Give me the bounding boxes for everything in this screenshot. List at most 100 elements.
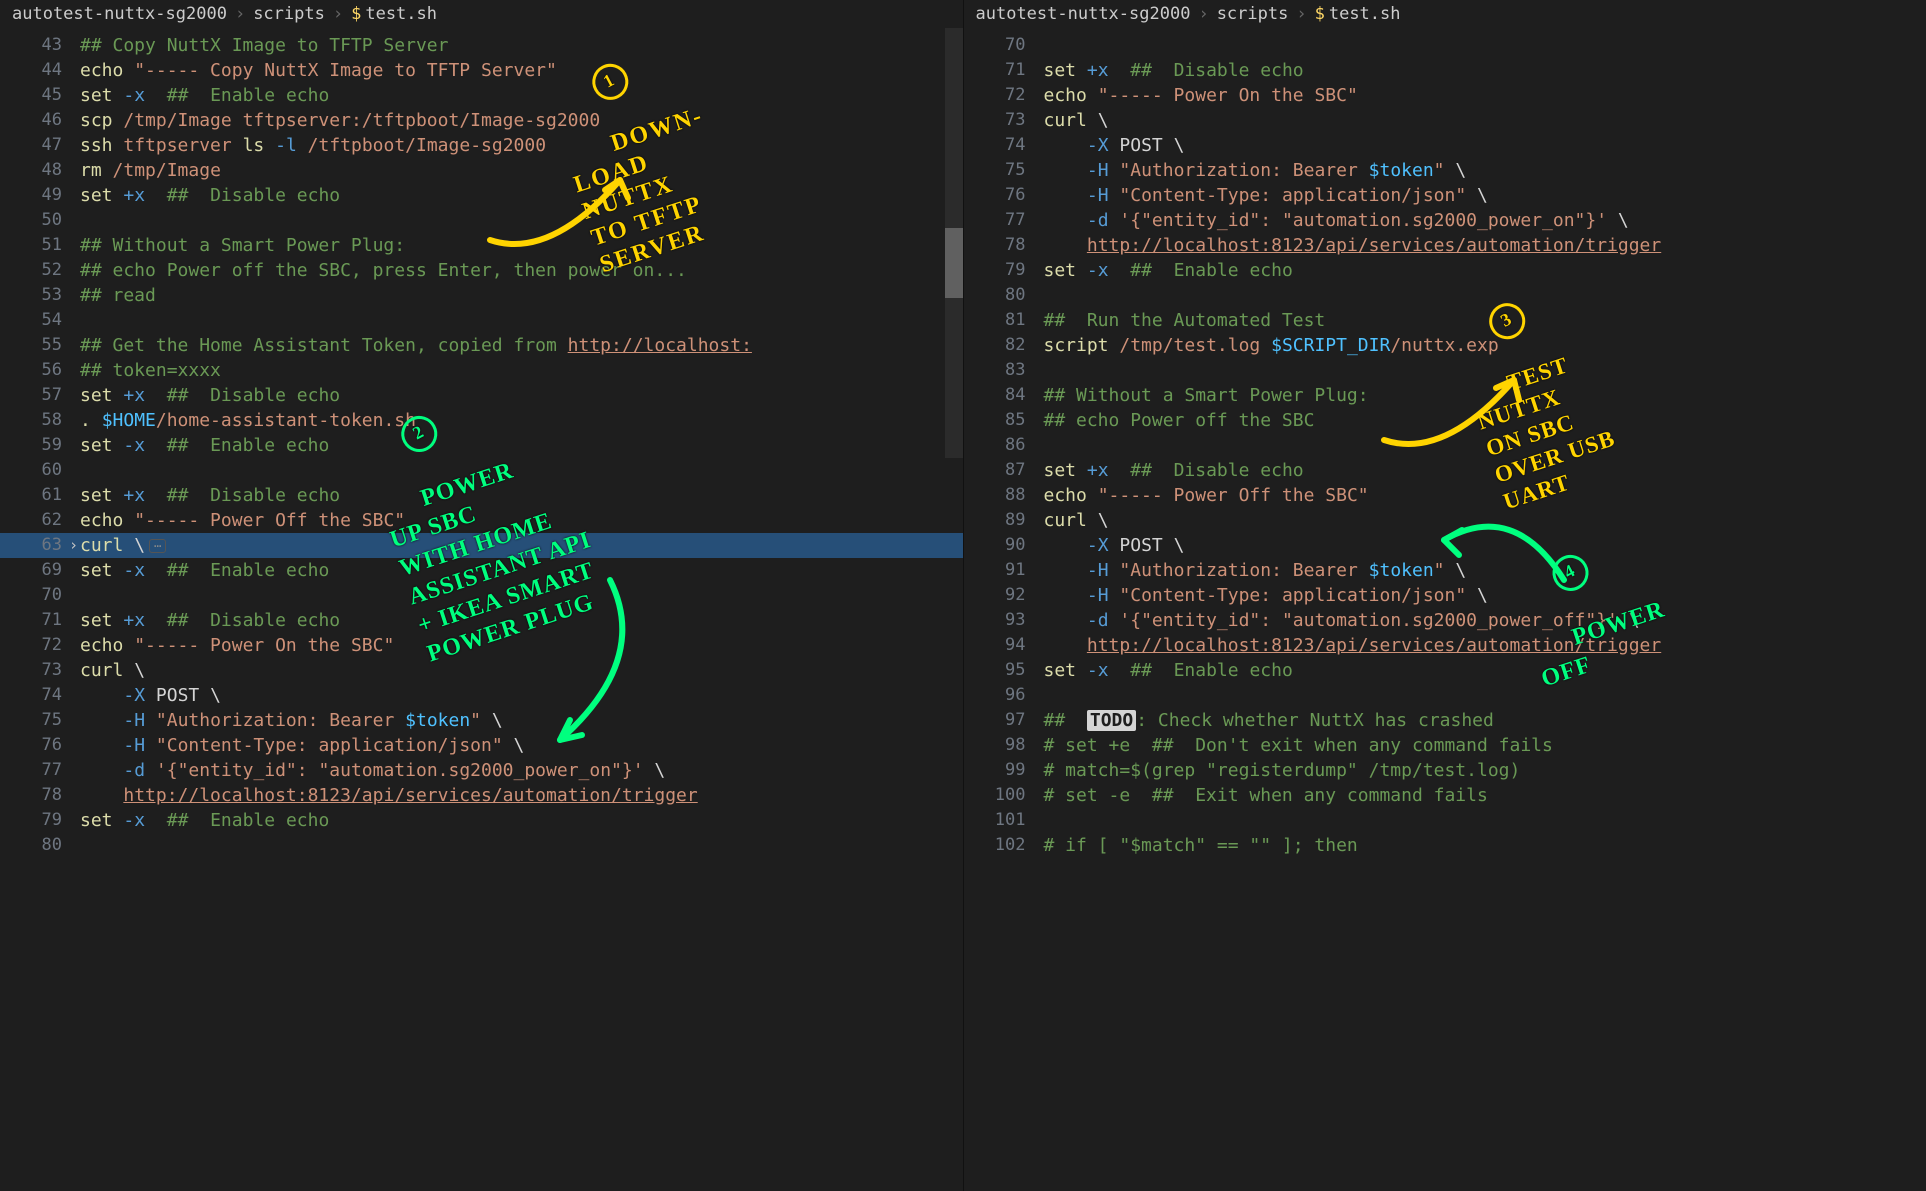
code-area-left[interactable]: 43## Copy NuttX Image to TFTP Server44ec… bbox=[0, 31, 963, 858]
code-content[interactable]: -X POST \ bbox=[80, 683, 963, 708]
code-line[interactable]: 63›curl \⋯ bbox=[0, 533, 963, 558]
code-area-right[interactable]: 7071set +x ## Disable echo72echo "----- … bbox=[964, 31, 1926, 858]
code-content[interactable]: echo "----- Power On the SBC" bbox=[80, 633, 963, 658]
crumb-folder[interactable]: scripts bbox=[1217, 2, 1289, 27]
code-content[interactable]: # set +e ## Don't exit when any command … bbox=[1044, 733, 1926, 758]
crumb-folder[interactable]: scripts bbox=[253, 2, 325, 27]
code-content[interactable]: scp /tmp/Image tftpserver:/tftpboot/Imag… bbox=[80, 108, 963, 133]
code-content[interactable]: ## echo Power off the SBC bbox=[1044, 408, 1926, 433]
code-line[interactable]: 49set +x ## Disable echo bbox=[0, 183, 963, 208]
code-line[interactable]: 76 -H "Content-Type: application/json" \ bbox=[0, 733, 963, 758]
code-content[interactable]: echo "----- Copy NuttX Image to TFTP Ser… bbox=[80, 58, 963, 83]
code-line[interactable]: 71set +x ## Disable echo bbox=[0, 608, 963, 633]
code-content[interactable]: ## echo Power off the SBC, press Enter, … bbox=[80, 258, 963, 283]
code-content[interactable]: ssh tftpserver ls -l /tftpboot/Image-sg2… bbox=[80, 133, 963, 158]
code-line[interactable]: 85## echo Power off the SBC bbox=[964, 408, 1926, 433]
code-content[interactable]: rm /tmp/Image bbox=[80, 158, 963, 183]
code-line[interactable]: 58. $HOME/home-assistant-token.sh bbox=[0, 408, 963, 433]
code-line[interactable]: 47ssh tftpserver ls -l /tftpboot/Image-s… bbox=[0, 133, 963, 158]
code-content[interactable]: -H "Authorization: Bearer $token" \ bbox=[1044, 558, 1926, 583]
code-line[interactable]: 56## token=xxxx bbox=[0, 358, 963, 383]
code-content[interactable]: set -x ## Enable echo bbox=[80, 83, 963, 108]
code-line[interactable]: 62echo "----- Power Off the SBC" bbox=[0, 508, 963, 533]
code-line[interactable]: 80 bbox=[0, 833, 963, 858]
code-line[interactable]: 100# set -e ## Exit when any command fai… bbox=[964, 783, 1926, 808]
code-line[interactable]: 78 http://localhost:8123/api/services/au… bbox=[0, 783, 963, 808]
code-content[interactable]: set -x ## Enable echo bbox=[80, 433, 963, 458]
code-line[interactable]: 48rm /tmp/Image bbox=[0, 158, 963, 183]
code-content[interactable]: echo "----- Power Off the SBC" bbox=[80, 508, 963, 533]
code-content[interactable]: curl \ bbox=[1044, 108, 1926, 133]
code-line[interactable]: 45set -x ## Enable echo bbox=[0, 83, 963, 108]
code-content[interactable]: set +x ## Disable echo bbox=[80, 383, 963, 408]
code-line[interactable]: 57set +x ## Disable echo bbox=[0, 383, 963, 408]
code-line[interactable]: 86 bbox=[964, 433, 1926, 458]
crumb-folder[interactable]: autotest-nuttx-sg2000 bbox=[12, 2, 227, 27]
code-content[interactable]: ## token=xxxx bbox=[80, 358, 963, 383]
code-line[interactable]: 70 bbox=[0, 583, 963, 608]
code-line[interactable]: 102# if [ "$match" == "" ]; then bbox=[964, 833, 1926, 858]
code-content[interactable]: set +x ## Disable echo bbox=[80, 483, 963, 508]
code-line[interactable]: 46scp /tmp/Image tftpserver:/tftpboot/Im… bbox=[0, 108, 963, 133]
code-line[interactable]: 73curl \ bbox=[0, 658, 963, 683]
code-line[interactable]: 77 -d '{"entity_id": "automation.sg2000_… bbox=[0, 758, 963, 783]
code-content[interactable]: set -x ## Enable echo bbox=[80, 808, 963, 833]
code-line[interactable]: 73curl \ bbox=[964, 108, 1926, 133]
code-line[interactable]: 82script /tmp/test.log $SCRIPT_DIR/nuttx… bbox=[964, 333, 1926, 358]
code-line[interactable]: 74 -X POST \ bbox=[964, 133, 1926, 158]
code-line[interactable]: 91 -H "Authorization: Bearer $token" \ bbox=[964, 558, 1926, 583]
code-content[interactable]: # if [ "$match" == "" ]; then bbox=[1044, 833, 1926, 858]
code-content[interactable]: -H "Content-Type: application/json" \ bbox=[1044, 583, 1926, 608]
code-content[interactable]: echo "----- Power Off the SBC" bbox=[1044, 483, 1926, 508]
code-line[interactable]: 80 bbox=[964, 283, 1926, 308]
code-content[interactable]: -X POST \ bbox=[1044, 533, 1926, 558]
code-line[interactable]: 74 -X POST \ bbox=[0, 683, 963, 708]
code-content[interactable]: # match=$(grep "registerdump" /tmp/test.… bbox=[1044, 758, 1926, 783]
code-line[interactable]: 87set +x ## Disable echo bbox=[964, 458, 1926, 483]
code-content[interactable]: set +x ## Disable echo bbox=[80, 608, 963, 633]
code-line[interactable]: 84## Without a Smart Power Plug: bbox=[964, 383, 1926, 408]
code-line[interactable]: 95set -x ## Enable echo bbox=[964, 658, 1926, 683]
code-line[interactable]: 75 -H "Authorization: Bearer $token" \ bbox=[0, 708, 963, 733]
code-line[interactable]: 89curl \ bbox=[964, 508, 1926, 533]
code-line[interactable]: 94 http://localhost:8123/api/services/au… bbox=[964, 633, 1926, 658]
code-line[interactable]: 98# set +e ## Don't exit when any comman… bbox=[964, 733, 1926, 758]
code-line[interactable]: 55## Get the Home Assistant Token, copie… bbox=[0, 333, 963, 358]
minimap-thumb[interactable] bbox=[945, 228, 963, 298]
code-line[interactable]: 88echo "----- Power Off the SBC" bbox=[964, 483, 1926, 508]
code-line[interactable]: 77 -d '{"entity_id": "automation.sg2000_… bbox=[964, 208, 1926, 233]
code-content[interactable]: set -x ## Enable echo bbox=[80, 558, 963, 583]
code-content[interactable]: -H "Authorization: Bearer $token" \ bbox=[1044, 158, 1926, 183]
code-content[interactable]: . $HOME/home-assistant-token.sh bbox=[80, 408, 963, 433]
code-content[interactable]: -H "Authorization: Bearer $token" \ bbox=[80, 708, 963, 733]
code-content[interactable]: http://localhost:8123/api/services/autom… bbox=[1044, 633, 1926, 658]
code-line[interactable]: 52## echo Power off the SBC, press Enter… bbox=[0, 258, 963, 283]
code-content[interactable]: ## Copy NuttX Image to TFTP Server bbox=[80, 33, 963, 58]
code-line[interactable]: 43## Copy NuttX Image to TFTP Server bbox=[0, 33, 963, 58]
code-content[interactable]: curl \ bbox=[1044, 508, 1926, 533]
code-content[interactable]: set -x ## Enable echo bbox=[1044, 258, 1926, 283]
code-line[interactable]: 71set +x ## Disable echo bbox=[964, 58, 1926, 83]
code-line[interactable]: 54 bbox=[0, 308, 963, 333]
crumb-folder[interactable]: autotest-nuttx-sg2000 bbox=[976, 2, 1191, 27]
code-content[interactable]: -d '{"entity_id": "automation.sg2000_pow… bbox=[1044, 208, 1926, 233]
code-line[interactable]: 51## Without a Smart Power Plug: bbox=[0, 233, 963, 258]
code-line[interactable]: 50 bbox=[0, 208, 963, 233]
code-line[interactable]: 83 bbox=[964, 358, 1926, 383]
code-line[interactable]: 59set -x ## Enable echo bbox=[0, 433, 963, 458]
code-line[interactable]: 69set -x ## Enable echo bbox=[0, 558, 963, 583]
code-content[interactable]: -X POST \ bbox=[1044, 133, 1926, 158]
code-content[interactable]: echo "----- Power On the SBC" bbox=[1044, 83, 1926, 108]
code-content[interactable]: -H "Content-Type: application/json" \ bbox=[1044, 183, 1926, 208]
code-line[interactable]: 79set -x ## Enable echo bbox=[964, 258, 1926, 283]
code-line[interactable]: 75 -H "Authorization: Bearer $token" \ bbox=[964, 158, 1926, 183]
code-content[interactable]: set +x ## Disable echo bbox=[80, 183, 963, 208]
code-line[interactable]: 53## read bbox=[0, 283, 963, 308]
code-line[interactable]: 78 http://localhost:8123/api/services/au… bbox=[964, 233, 1926, 258]
code-line[interactable]: 76 -H "Content-Type: application/json" \ bbox=[964, 183, 1926, 208]
code-content[interactable]: ## Without a Smart Power Plug: bbox=[1044, 383, 1926, 408]
breadcrumb[interactable]: autotest-nuttx-sg2000 › scripts › $ test… bbox=[964, 0, 1926, 31]
minimap[interactable] bbox=[945, 28, 963, 458]
code-content[interactable]: script /tmp/test.log $SCRIPT_DIR/nuttx.e… bbox=[1044, 333, 1926, 358]
code-content[interactable]: # set -e ## Exit when any command fails bbox=[1044, 783, 1926, 808]
